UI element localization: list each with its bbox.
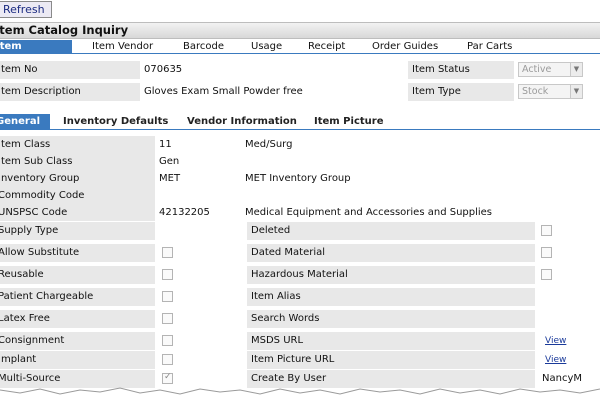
implant-checkbox[interactable] (162, 354, 173, 365)
reusable-checkbox[interactable] (162, 269, 173, 280)
toolbar: Refresh (0, 0, 600, 19)
tab-barcode[interactable]: Barcode (183, 40, 224, 53)
item-class-code: 11 (155, 136, 241, 153)
item-sub-class-row: Item Sub Class Gen (0, 153, 600, 170)
tab-inventory-defaults[interactable]: Inventory Defaults (63, 114, 168, 130)
allow-substitute-label: Allow Substitute (0, 244, 155, 262)
inventory-group-label: Inventory Group (0, 170, 155, 187)
unspsc-code-label: UNSPSC Code (0, 204, 155, 221)
item-no-value: 070635 (140, 61, 402, 79)
inventory-group-row: Inventory Group MET MET Inventory Group (0, 170, 600, 187)
refresh-button[interactable]: Refresh (0, 1, 52, 18)
item-sub-class-label: Item Sub Class (0, 153, 155, 170)
unspsc-desc: Medical Equipment and Accessories and Su… (241, 204, 600, 221)
tab-item-picture[interactable]: Item Picture (314, 114, 383, 130)
multi-source-checkbox[interactable] (162, 372, 173, 384)
tab-item-catalog[interactable]: Item Catalog (0, 40, 72, 65)
item-picture-view-link[interactable]: View (545, 351, 566, 369)
search-words-label: Search Words (247, 310, 535, 328)
patient-chargeable-checkbox[interactable] (162, 291, 173, 302)
item-description-value: Gloves Exam Small Powder free (140, 83, 402, 101)
flag-row: Reusable Hazardous Material (0, 265, 600, 284)
dated-material-checkbox[interactable] (541, 247, 552, 258)
tab-order-guides[interactable]: Order Guides (372, 40, 438, 53)
allow-substitute-checkbox[interactable] (162, 247, 173, 258)
item-status-label: Item Status (408, 61, 514, 79)
item-picture-url-label: Item Picture URL (247, 351, 535, 369)
main-tabs: Item Catalog Item Vendor Barcode Usage R… (0, 40, 600, 65)
tab-divider (0, 53, 600, 54)
supply-type-label: Supply Type (0, 222, 155, 240)
hazardous-material-label: Hazardous Material (247, 266, 535, 284)
item-class-row: Item Class 11 Med/Surg (0, 136, 600, 153)
flag-row: Supply Type Deleted (0, 221, 600, 240)
inventory-group-code: MET (155, 170, 241, 187)
item-no-label: Item No (0, 61, 140, 79)
tab-item-vendor[interactable]: Item Vendor (92, 40, 153, 53)
commodity-code-label: Commodity Code (0, 187, 155, 204)
latex-free-checkbox[interactable] (162, 313, 173, 324)
latex-free-label: Latex Free (0, 310, 155, 328)
tab-par-carts[interactable]: Par Carts (467, 40, 512, 53)
dated-material-label: Dated Material (247, 244, 535, 262)
item-alias-label: Item Alias (247, 288, 535, 306)
implant-label: Implant (0, 351, 155, 369)
consignment-label: Consignment (0, 332, 155, 350)
reusable-label: Reusable (0, 266, 155, 284)
commodity-code-row: Commodity Code (0, 187, 600, 204)
consignment-checkbox[interactable] (162, 335, 173, 346)
chevron-down-icon: ▼ (570, 85, 582, 98)
item-status-value: Active (522, 64, 552, 75)
page-title: Item Catalog Inquiry (0, 22, 600, 39)
item-header: Item No 070635 Item Status Active ▼ Item… (0, 59, 600, 103)
inventory-group-desc: MET Inventory Group (241, 170, 600, 187)
deleted-checkbox[interactable] (541, 225, 552, 236)
item-description-label: Item Description (0, 83, 140, 101)
sub-tabs: General Inventory Defaults Vendor Inform… (0, 114, 600, 130)
tab-vendor-information[interactable]: Vendor Information (187, 114, 297, 130)
item-type-select[interactable]: Stock ▼ (518, 84, 583, 99)
item-status-select[interactable]: Active ▼ (518, 62, 583, 77)
deleted-label: Deleted (247, 222, 535, 240)
unspsc-code-row: UNSPSC Code 42132205 Medical Equipment a… (0, 204, 600, 221)
chevron-down-icon: ▼ (570, 63, 582, 76)
flag-row: Allow Substitute Dated Material (0, 243, 600, 262)
unspsc-code: 42132205 (155, 204, 241, 221)
item-class-desc: Med/Surg (241, 136, 600, 153)
flag-row: Latex Free Search Words (0, 309, 600, 328)
flag-row: Implant Item Picture URL View (0, 350, 600, 369)
item-type-label: Item Type (408, 83, 514, 101)
tab-general[interactable]: General (0, 114, 50, 130)
item-type-value: Stock (522, 86, 549, 97)
item-class-label: Item Class (0, 136, 155, 153)
hazardous-material-checkbox[interactable] (541, 269, 552, 280)
tab-receipt[interactable]: Receipt (308, 40, 345, 53)
msds-view-link[interactable]: View (545, 332, 566, 350)
patient-chargeable-label: Patient Chargeable (0, 288, 155, 306)
flag-row: Patient Chargeable Item Alias (0, 287, 600, 306)
msds-url-label: MSDS URL (247, 332, 535, 350)
flag-row: Consignment MSDS URL View (0, 331, 600, 350)
tab-usage[interactable]: Usage (251, 40, 282, 53)
tab-divider (0, 129, 600, 130)
torn-edge (0, 387, 600, 400)
item-sub-class-code: Gen (155, 153, 241, 170)
